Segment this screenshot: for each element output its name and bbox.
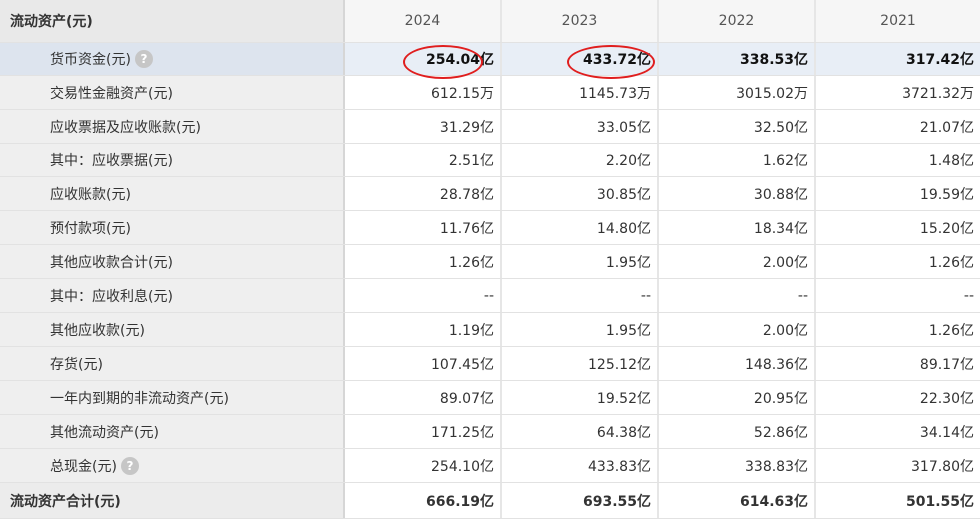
row-label: 交易性金融资产(元) bbox=[0, 76, 345, 109]
value-cell: 1.19亿 bbox=[345, 313, 502, 346]
table-row: 应收账款(元) 28.78亿 30.85亿 30.88亿 19.59亿 bbox=[0, 177, 980, 211]
value-cell: 107.45亿 bbox=[345, 347, 502, 380]
value-cell: 32.50亿 bbox=[659, 110, 816, 143]
table-row: 存货(元) 107.45亿 125.12亿 148.36亿 89.17亿 bbox=[0, 347, 980, 381]
value-cell: 19.59亿 bbox=[816, 177, 980, 210]
value-cell: 1.95亿 bbox=[502, 245, 659, 278]
row-label: 其中：应收利息(元) bbox=[0, 279, 345, 312]
row-label: 其他应收款(元) bbox=[0, 313, 345, 346]
value-cell: 1.48亿 bbox=[816, 144, 980, 176]
row-label: 存货(元) bbox=[0, 347, 345, 380]
value-cell: 30.85亿 bbox=[502, 177, 659, 210]
value-cell: 1145.73万 bbox=[502, 76, 659, 109]
value-cell: 2.51亿 bbox=[345, 144, 502, 176]
value-cell: 254.04亿 bbox=[345, 43, 502, 75]
value-cell: 33.05亿 bbox=[502, 110, 659, 143]
row-label-text: 总现金(元) bbox=[50, 458, 117, 475]
year-header-2024[interactable]: 2024 bbox=[345, 0, 502, 42]
value-cell: 2.20亿 bbox=[502, 144, 659, 176]
value-cell: -- bbox=[502, 279, 659, 312]
row-label: 应收账款(元) bbox=[0, 177, 345, 210]
value-cell: 1.26亿 bbox=[816, 313, 980, 346]
section-label-current-assets: 流动资产(元) bbox=[0, 0, 345, 42]
table-header-row: 流动资产(元) 2024 2023 2022 2021 bbox=[0, 0, 980, 43]
value-cell: 1.26亿 bbox=[816, 245, 980, 278]
total-value-cell: 693.55亿 bbox=[502, 483, 659, 518]
table-row: 其他应收款(元) 1.19亿 1.95亿 2.00亿 1.26亿 bbox=[0, 313, 980, 347]
value-cell: 338.53亿 bbox=[659, 43, 816, 75]
row-label-text: 货币资金(元) bbox=[50, 52, 131, 68]
row-label: 总现金(元) ? bbox=[0, 449, 345, 482]
value-cell: 28.78亿 bbox=[345, 177, 502, 210]
value-cell: 1.62亿 bbox=[659, 144, 816, 176]
table-row: 其中：应收票据(元) 2.51亿 2.20亿 1.62亿 1.48亿 bbox=[0, 144, 980, 177]
value-cell: 89.17亿 bbox=[816, 347, 980, 380]
value-cell: 31.29亿 bbox=[345, 110, 502, 143]
row-label: 其他应收款合计(元) bbox=[0, 245, 345, 278]
value-cell: 433.72亿 bbox=[502, 43, 659, 75]
value-cell: 15.20亿 bbox=[816, 211, 980, 244]
value-cell: 30.88亿 bbox=[659, 177, 816, 210]
value-cell: 612.15万 bbox=[345, 76, 502, 109]
table-row: 交易性金融资产(元) 612.15万 1145.73万 3015.02万 372… bbox=[0, 76, 980, 110]
value-cell: 317.42亿 bbox=[816, 43, 980, 75]
help-icon[interactable]: ? bbox=[120, 456, 139, 475]
value-cell: 89.07亿 bbox=[345, 381, 502, 414]
value-cell: 52.86亿 bbox=[659, 415, 816, 448]
total-value-cell: 501.55亿 bbox=[816, 483, 980, 518]
value-cell: 1.26亿 bbox=[345, 245, 502, 278]
value-cell: 148.36亿 bbox=[659, 347, 816, 380]
value-cell: 21.07亿 bbox=[816, 110, 980, 143]
help-icon[interactable]: ? bbox=[134, 50, 153, 68]
value-cell: -- bbox=[345, 279, 502, 312]
row-label: 应收票据及应收账款(元) bbox=[0, 110, 345, 143]
year-header-2021[interactable]: 2021 bbox=[816, 0, 980, 42]
value-cell: 433.83亿 bbox=[502, 449, 659, 482]
table-row: 其中：应收利息(元) -- -- -- -- bbox=[0, 279, 980, 313]
year-header-2022[interactable]: 2022 bbox=[659, 0, 816, 42]
value-cell: 20.95亿 bbox=[659, 381, 816, 414]
value-cell: -- bbox=[816, 279, 980, 312]
value-cell: 254.10亿 bbox=[345, 449, 502, 482]
table-row-total-cash: 总现金(元) ? 254.10亿 433.83亿 338.83亿 317.80亿 bbox=[0, 449, 980, 483]
table-row: 其他流动资产(元) 171.25亿 64.38亿 52.86亿 34.14亿 bbox=[0, 415, 980, 449]
row-label: 其中：应收票据(元) bbox=[0, 144, 345, 176]
value-cell: -- bbox=[659, 279, 816, 312]
value-cell: 14.80亿 bbox=[502, 211, 659, 244]
year-header-2023[interactable]: 2023 bbox=[502, 0, 659, 42]
value-cell: 3015.02万 bbox=[659, 76, 816, 109]
total-row-label: 流动资产合计(元) bbox=[0, 483, 345, 518]
value-cell: 338.83亿 bbox=[659, 449, 816, 482]
row-label: 一年内到期的非流动资产(元) bbox=[0, 381, 345, 414]
table-row: 其他应收款合计(元) 1.26亿 1.95亿 2.00亿 1.26亿 bbox=[0, 245, 980, 279]
value-cell: 64.38亿 bbox=[502, 415, 659, 448]
value-cell: 1.95亿 bbox=[502, 313, 659, 346]
total-value-cell: 666.19亿 bbox=[345, 483, 502, 518]
table-row: 预付款项(元) 11.76亿 14.80亿 18.34亿 15.20亿 bbox=[0, 211, 980, 245]
table-row: 一年内到期的非流动资产(元) 89.07亿 19.52亿 20.95亿 22.3… bbox=[0, 381, 980, 415]
value-cell: 317.80亿 bbox=[816, 449, 980, 482]
row-label: 其他流动资产(元) bbox=[0, 415, 345, 448]
row-label: 预付款项(元) bbox=[0, 211, 345, 244]
value-cell: 11.76亿 bbox=[345, 211, 502, 244]
balance-sheet-table: 流动资产(元) 2024 2023 2022 2021 货币资金(元) ? 25… bbox=[0, 0, 980, 519]
row-label: 货币资金(元) ? bbox=[0, 43, 345, 75]
value-cell: 3721.32万 bbox=[816, 76, 980, 109]
value-cell: 2.00亿 bbox=[659, 313, 816, 346]
value-cell: 22.30亿 bbox=[816, 381, 980, 414]
value-cell: 34.14亿 bbox=[816, 415, 980, 448]
value-cell: 125.12亿 bbox=[502, 347, 659, 380]
value-cell: 2.00亿 bbox=[659, 245, 816, 278]
table-row-cash: 货币资金(元) ? 254.04亿 433.72亿 338.53亿 317.42… bbox=[0, 43, 980, 76]
value-cell: 18.34亿 bbox=[659, 211, 816, 244]
value-cell: 19.52亿 bbox=[502, 381, 659, 414]
table-row-current-assets-total: 流动资产合计(元) 666.19亿 693.55亿 614.63亿 501.55… bbox=[0, 483, 980, 519]
table-row: 应收票据及应收账款(元) 31.29亿 33.05亿 32.50亿 21.07亿 bbox=[0, 110, 980, 144]
value-cell: 171.25亿 bbox=[345, 415, 502, 448]
total-value-cell: 614.63亿 bbox=[659, 483, 816, 518]
